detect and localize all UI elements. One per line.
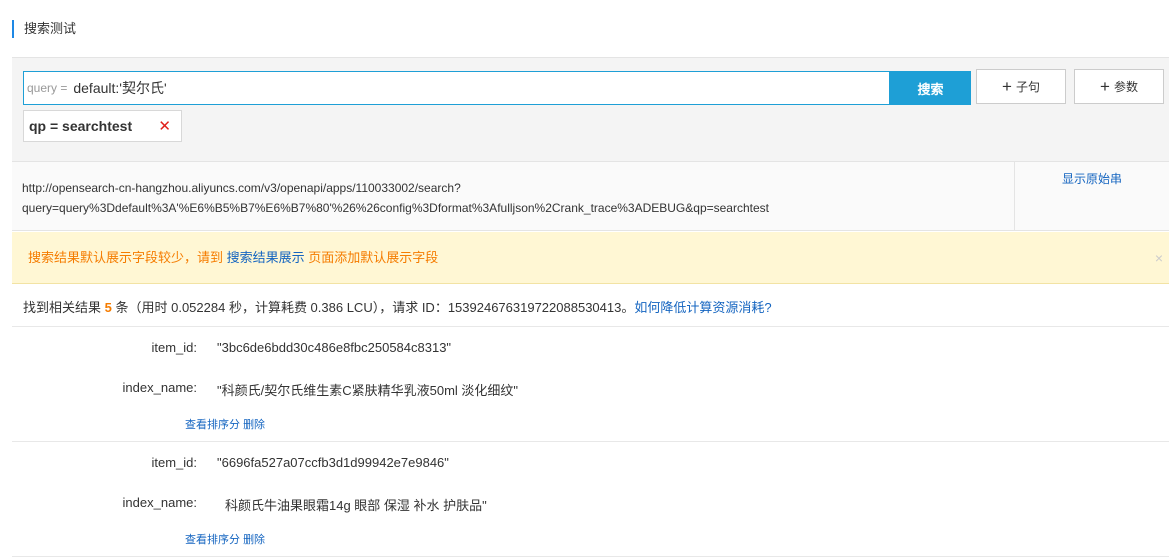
close-icon[interactable]: ×	[1155, 232, 1163, 284]
param-tag: qp = searchtest ✕	[23, 110, 182, 142]
divider	[12, 441, 1169, 442]
remove-param-icon[interactable]: ✕	[158, 117, 171, 135]
result-actions: 查看排序分 删除	[185, 531, 265, 547]
request-url-line: http://opensearch-cn-hangzhou.aliyuncs.c…	[22, 181, 461, 195]
index-name-label: index_name:	[122, 380, 197, 395]
index-name-value: "科颜氏/契尔氏维生素C紧肤精华乳液50ml 淡化细纹"	[217, 383, 519, 398]
query-prefix-label: query =	[27, 81, 68, 95]
request-url-row: http://opensearch-cn-hangzhou.aliyuncs.c…	[12, 161, 1169, 231]
search-button[interactable]: 搜索	[890, 71, 971, 105]
view-score-link[interactable]: 查看排序分	[185, 534, 240, 546]
request-url-line: query=query%3Ddefault%3A'%E6%B5%B7%E6%B7…	[22, 201, 769, 215]
add-clause-button[interactable]: + 子句	[976, 69, 1066, 104]
plus-icon: +	[1100, 77, 1110, 96]
notice-banner: 搜索结果默认展示字段较少，请到 搜索结果展示 页面添加默认展示字段 ×	[12, 232, 1169, 284]
query-input[interactable]	[73, 80, 889, 96]
request-url: http://opensearch-cn-hangzhou.aliyuncs.c…	[22, 178, 1002, 218]
index-name-label: index_name:	[122, 495, 197, 510]
item-id-label: item_id:	[151, 455, 197, 470]
result-summary: 找到相关结果 5 条（用时 0.052284 秒，计算耗费 0.386 LCU）…	[23, 297, 772, 316]
summary-prefix: 找到相关结果	[23, 300, 102, 315]
divider	[12, 326, 1169, 327]
add-param-button[interactable]: + 参数	[1074, 69, 1164, 104]
add-param-label: 参数	[1113, 80, 1138, 94]
summary-details: 条（用时 0.052284 秒，计算耗费 0.386 LCU），请求 ID：15…	[115, 300, 635, 315]
plus-icon: +	[1002, 77, 1012, 96]
result-display-link[interactable]: 搜索结果展示	[227, 250, 305, 265]
delete-link[interactable]: 删除	[243, 534, 265, 546]
divider	[12, 556, 1169, 557]
divider	[1014, 162, 1015, 230]
notice-text: 页面添加默认展示字段	[308, 250, 439, 265]
item-id-label: item_id:	[151, 340, 197, 355]
param-tag-label: qp = searchtest	[29, 118, 133, 134]
item-id-value: "3bc6de6bdd30c486e8fbc250584c8313"	[217, 340, 452, 355]
notice-text: 搜索结果默认展示字段较少，请到	[28, 250, 224, 265]
query-box[interactable]: query =	[23, 71, 890, 105]
view-score-link[interactable]: 查看排序分	[185, 419, 240, 431]
result-actions: 查看排序分 删除	[185, 416, 265, 432]
add-clause-label: 子句	[1015, 80, 1040, 94]
delete-link[interactable]: 删除	[243, 419, 265, 431]
reduce-cost-help-link[interactable]: 如何降低计算资源消耗?	[634, 300, 771, 315]
show-raw-link[interactable]: 显示原始串	[1062, 170, 1122, 187]
index-name-value: 科颜氏牛油果眼霜14g 眼部 保湿 补水 护肤品"	[225, 498, 487, 513]
section-title: 搜索测试	[12, 20, 76, 38]
item-id-value: "6696fa527a07ccfb3d1d99942e7e9846"	[217, 455, 449, 470]
search-panel: query = 搜索 + 子句 + 参数 qp = searchtest ✕	[12, 57, 1169, 161]
result-count: 5	[104, 300, 112, 315]
